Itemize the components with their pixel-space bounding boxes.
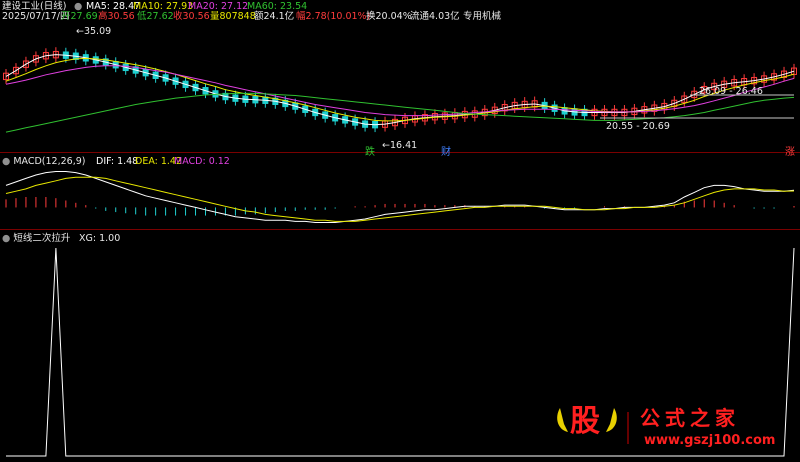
panel-divider-xg bbox=[0, 229, 800, 230]
trough-price-label: ←16.41 bbox=[382, 140, 418, 151]
panel-divider-macd bbox=[0, 152, 800, 153]
event-label-die: 跌 bbox=[365, 147, 375, 158]
xg-dot-icon[interactable]: ● bbox=[2, 233, 13, 244]
ma60-line bbox=[5, 92, 795, 133]
xg-value-label: XG: 1.00 bbox=[79, 233, 121, 244]
macd-title: ● MACD(12,26,9) bbox=[2, 156, 86, 167]
watermark-name: 公式之家 bbox=[640, 406, 740, 430]
kline-chart[interactable] bbox=[0, 0, 800, 462]
event-label-cai: 财 bbox=[441, 147, 451, 158]
watermark-url: www.gszj100.com bbox=[644, 433, 776, 448]
ma20-line bbox=[5, 65, 795, 117]
event-label-zhang: 涨 bbox=[785, 147, 795, 158]
macd-dif-label: DIF: 1.48 bbox=[96, 156, 139, 167]
xg-title: ● 短线二次拉升 bbox=[2, 233, 71, 244]
macd-dea-line bbox=[5, 176, 795, 222]
watermark-logo-char: 股 bbox=[570, 404, 600, 439]
watermark: 股 公式之家 www.gszj100.com bbox=[554, 404, 800, 462]
macd-value-label: MACD: 0.12 bbox=[174, 156, 230, 167]
peak-price-label: ←35.09 bbox=[76, 26, 112, 37]
range-label-right: 26.09 - 26.46 bbox=[699, 86, 763, 97]
macd-dif-line bbox=[5, 171, 795, 223]
range-label-mid: 20.55 - 20.69 bbox=[606, 121, 670, 132]
macd-dot-icon[interactable]: ● bbox=[2, 156, 13, 167]
